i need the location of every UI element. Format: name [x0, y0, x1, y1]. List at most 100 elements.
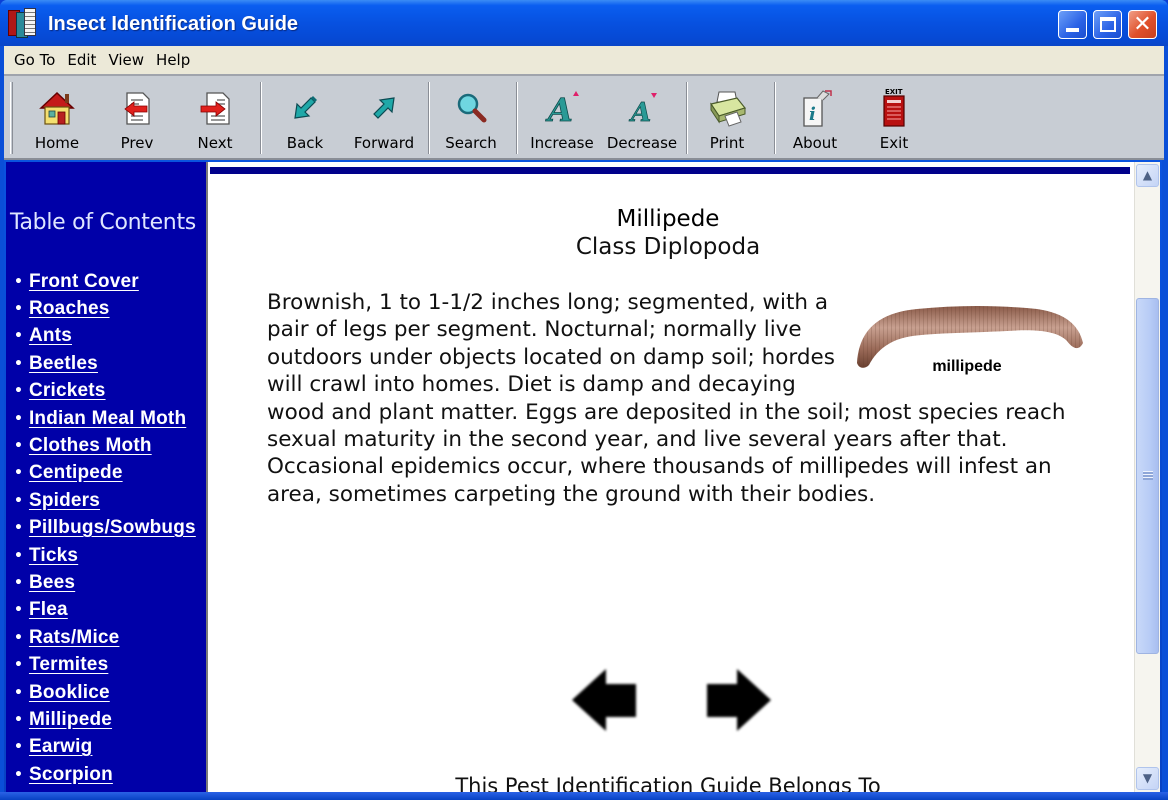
decrease-label: Decrease — [606, 134, 678, 152]
printer-icon — [710, 91, 747, 127]
toc-item: • Earwig — [14, 734, 196, 761]
toc-link-roaches[interactable]: Roaches — [29, 298, 110, 320]
toc-link-front-cover[interactable]: Front Cover — [29, 271, 139, 293]
toc-item: • Rats/Mice — [14, 624, 196, 651]
bullet-icon: • — [14, 273, 23, 290]
menu-go-to[interactable]: Go To — [10, 49, 63, 71]
forward-arrow-icon — [373, 97, 395, 119]
forward-button[interactable]: Forward — [344, 76, 424, 158]
article-content: Millipede Class Diplopoda millipede Brow… — [206, 162, 1134, 792]
toc-link-indian-meal-moth[interactable]: Indian Meal Moth — [29, 408, 186, 430]
decrease-font-button[interactable]: A Decrease — [602, 76, 682, 158]
toc-link-beetles[interactable]: Beetles — [29, 353, 98, 375]
bullet-icon: • — [14, 574, 23, 591]
bullet-icon: • — [14, 739, 23, 756]
bullet-icon: • — [14, 547, 23, 564]
scrollbar-thumb[interactable] — [1136, 298, 1159, 654]
toc-item: • Indian Meal Moth — [14, 405, 196, 432]
scroll-up-button[interactable]: ▲ — [1136, 164, 1159, 187]
title-bar[interactable]: Insect Identification Guide ✕ — [0, 0, 1168, 46]
toc-link-clothes-moth[interactable]: Clothes Moth — [29, 435, 152, 457]
toc-link-ants[interactable]: Ants — [29, 325, 72, 347]
about-button[interactable]: i About — [782, 76, 848, 158]
search-button[interactable]: Search — [436, 76, 506, 158]
print-button[interactable]: Print — [694, 76, 760, 158]
back-arrow-icon — [294, 96, 317, 119]
minimize-button[interactable] — [1058, 10, 1087, 39]
toc-link-earwig[interactable]: Earwig — [29, 736, 93, 758]
toolbar-separator — [260, 82, 262, 154]
next-page-arrow-icon[interactable] — [703, 667, 773, 733]
window-border-bottom — [0, 792, 1168, 800]
toc-item: • Booklice — [14, 679, 196, 706]
toc-link-termites[interactable]: Termites — [29, 654, 108, 676]
toc-item: • Millipede — [14, 706, 196, 733]
back-button[interactable]: Back — [270, 76, 340, 158]
next-page-icon — [200, 92, 230, 125]
bullet-icon: • — [14, 520, 23, 537]
minimize-icon — [1066, 28, 1079, 32]
font-increase-icon: A — [545, 91, 579, 128]
svg-text:i: i — [809, 104, 816, 125]
toc-link-crickets[interactable]: Crickets — [29, 380, 106, 402]
toc-link-ticks[interactable]: Ticks — [29, 545, 78, 567]
scroll-down-button[interactable]: ▼ — [1136, 767, 1159, 790]
toolbar-separator — [774, 82, 776, 154]
bullet-icon: • — [14, 711, 23, 728]
exit-button[interactable]: EXIT Exit — [864, 76, 924, 158]
chevron-up-icon: ▲ — [1142, 168, 1153, 182]
toc-link-booklice[interactable]: Booklice — [29, 682, 110, 704]
toc-link-scorpion[interactable]: Scorpion — [29, 764, 113, 786]
menu-view[interactable]: View — [104, 49, 152, 71]
toc-item: • Front Cover — [14, 268, 196, 295]
toc-link-rats-mice[interactable]: Rats/Mice — [29, 627, 120, 649]
toc-link-bees[interactable]: Bees — [29, 572, 75, 594]
next-button[interactable]: Next — [180, 76, 250, 158]
toc-item: • Ants — [14, 323, 196, 350]
bullet-icon: • — [14, 465, 23, 482]
toolbar: Home Prev Next Back Forward Search A Inc… — [4, 74, 1164, 160]
bullet-icon: • — [14, 438, 23, 455]
menu-edit[interactable]: Edit — [63, 49, 104, 71]
toc-link-pillbugs-sowbugs[interactable]: Pillbugs/Sowbugs — [29, 517, 196, 539]
toc-link-centipede[interactable]: Centipede — [29, 462, 123, 484]
toc-list: • Front Cover • Roaches • Ants • Beetles • Cricke… — [14, 268, 196, 788]
home-label: Home — [34, 134, 80, 152]
bullet-icon: • — [14, 410, 23, 427]
home-button[interactable]: Home — [22, 76, 92, 158]
article-title: Millipede — [616, 206, 720, 232]
header-rule — [210, 167, 1130, 174]
toc-item: • Flea — [14, 597, 196, 624]
article-classification: Class Diplopoda — [575, 234, 761, 260]
toolbar-grip[interactable] — [10, 82, 13, 154]
toc-link-millipede[interactable]: Millipede — [29, 709, 112, 731]
increase-font-button[interactable]: A Increase — [524, 76, 600, 158]
vertical-scrollbar[interactable]: ▲ ▼ — [1134, 162, 1160, 792]
toc-item: • Crickets — [14, 378, 196, 405]
prev-button[interactable]: Prev — [102, 76, 172, 158]
menu-help[interactable]: Help — [152, 49, 198, 71]
font-decrease-icon: A — [628, 93, 657, 128]
bullet-icon: • — [14, 657, 23, 674]
scrollbar-grip-icon — [1143, 471, 1153, 480]
previous-page-arrow-icon[interactable] — [570, 667, 640, 733]
close-button[interactable]: ✕ — [1128, 10, 1157, 39]
bullet-icon: • — [14, 355, 23, 372]
svg-text:A: A — [545, 91, 573, 128]
toc-link-flea[interactable]: Flea — [29, 599, 68, 621]
maximize-button[interactable] — [1093, 10, 1122, 39]
bullet-icon: • — [14, 766, 23, 783]
exit-icon: EXIT — [883, 88, 905, 127]
toolbar-separator — [686, 82, 688, 154]
about-label: About — [792, 134, 838, 152]
info-icon: i — [803, 90, 832, 127]
app-book-icon — [8, 8, 38, 40]
article-description-block: millipede Brownish, 1 to 1-1/2 inches lo… — [267, 289, 1083, 508]
prev-page-icon — [124, 92, 150, 125]
svg-text:A: A — [628, 98, 651, 128]
toc-title: Table of Contents — [10, 210, 196, 235]
magnifier-icon — [457, 93, 487, 123]
bullet-icon: • — [14, 492, 23, 509]
maximize-icon — [1100, 17, 1116, 32]
toc-link-spiders[interactable]: Spiders — [29, 490, 100, 512]
